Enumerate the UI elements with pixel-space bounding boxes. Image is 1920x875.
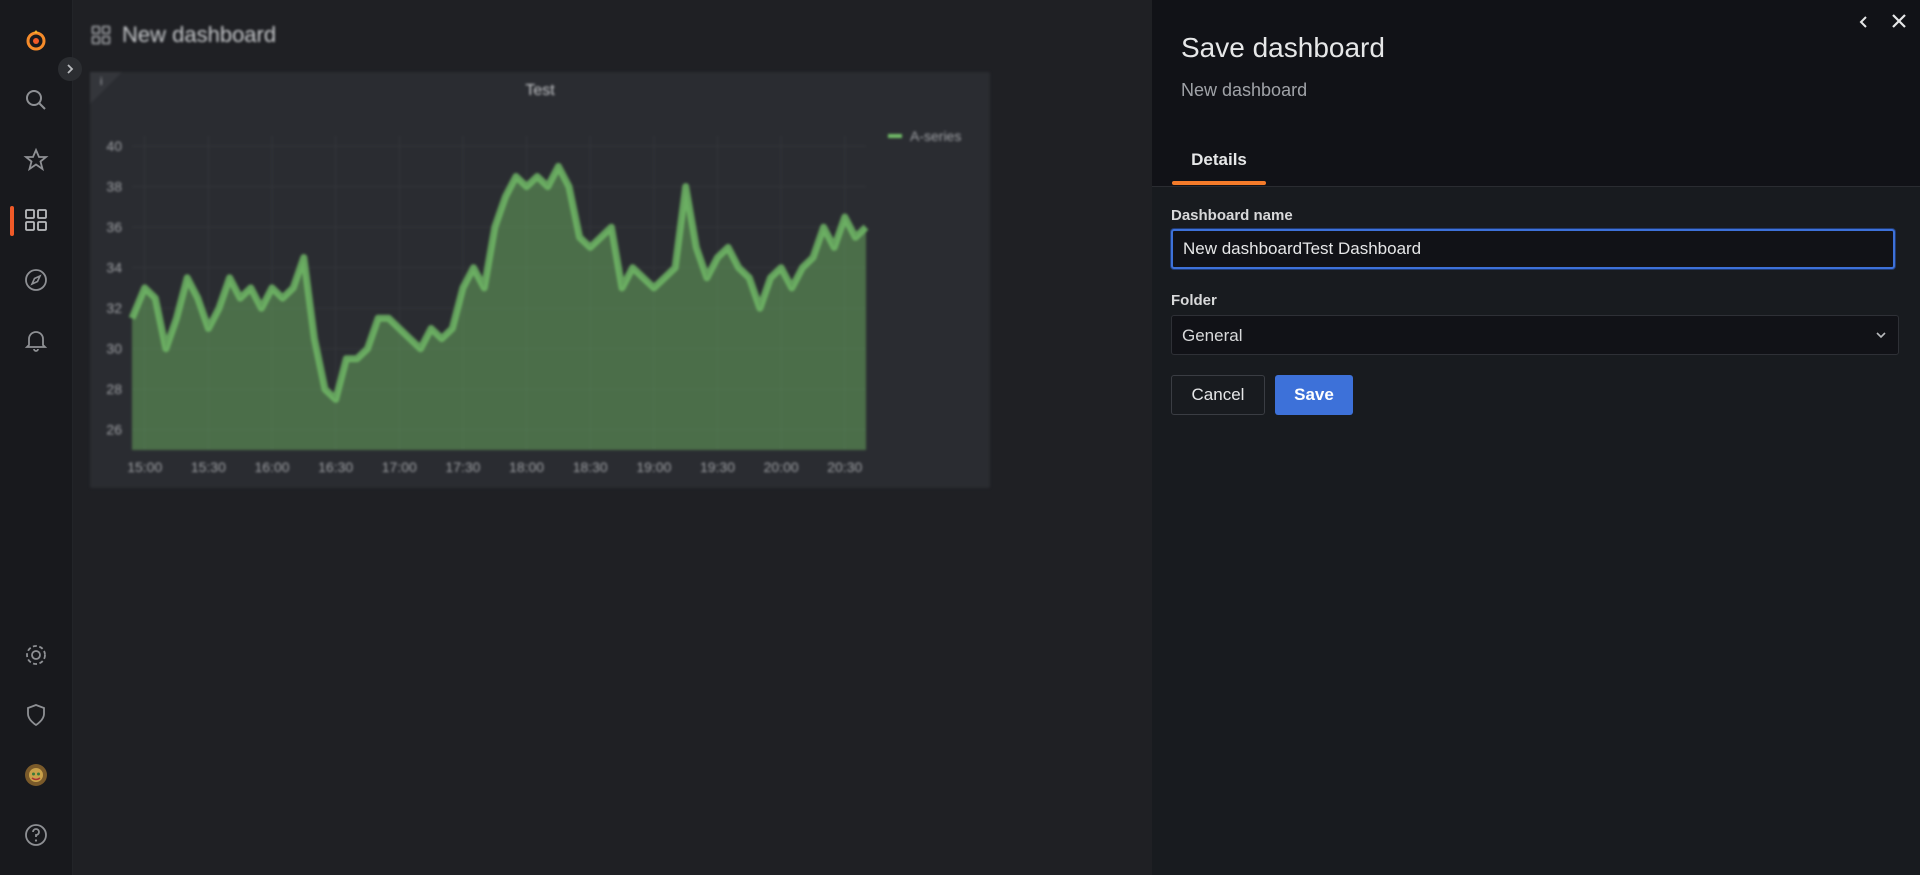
x-tick-label: 16:00	[254, 459, 289, 475]
dashboard-area: New dashboard i Test 26 28 30 32 34 36 38 40 15:…	[72, 0, 1152, 875]
collapse-drawer-button[interactable]	[1852, 10, 1876, 34]
x-tick-label: 16:30	[318, 459, 353, 475]
y-tick-label: 26	[106, 422, 122, 438]
grafana-logo-icon[interactable]	[16, 20, 56, 60]
y-tick-label: 32	[106, 300, 122, 316]
drawer-subtitle: New dashboard	[1181, 80, 1308, 100]
y-tick-label: 40	[106, 138, 122, 154]
close-drawer-button[interactable]	[1886, 8, 1912, 34]
x-tick-label: 17:30	[445, 459, 480, 475]
x-tick-label: 18:30	[573, 459, 608, 475]
drawer-header: Save dashboard New dashboard Details	[1152, 0, 1920, 186]
bell-icon[interactable]	[16, 320, 56, 360]
x-tick-label: 17:00	[382, 459, 417, 475]
dashboard-header: New dashboard	[90, 18, 276, 52]
side-nav	[0, 0, 73, 875]
dashboard-title[interactable]: New dashboard	[122, 22, 276, 48]
cancel-button[interactable]: Cancel	[1171, 375, 1265, 415]
y-tick-label: 38	[106, 179, 122, 195]
dashboards-icon	[91, 25, 111, 45]
chevron-left-icon	[1859, 16, 1867, 28]
folder-label: Folder	[1171, 292, 1217, 309]
explore-compass-icon[interactable]	[16, 260, 56, 300]
x-tick-label: 20:00	[764, 459, 799, 475]
chart-svg: 26 28 30 32 34 36 38 40 15:00 15:30 16:00 16:30 17:0…	[106, 128, 961, 475]
close-icon	[1892, 14, 1906, 28]
save-dashboard-drawer: Save dashboard New dashboard Details Das…	[1152, 0, 1920, 875]
x-tick-label: 19:00	[636, 459, 671, 475]
x-tick-label: 18:00	[509, 459, 544, 475]
y-tick-label: 36	[106, 219, 122, 235]
y-tick-label: 28	[106, 381, 122, 397]
drawer-title: Save dashboard	[1181, 32, 1385, 63]
chevron-down-icon	[1876, 332, 1886, 339]
x-tick-label: 20:30	[827, 459, 862, 475]
shield-icon[interactable]	[16, 695, 56, 735]
x-tick-label: 15:30	[191, 459, 226, 475]
help-icon[interactable]	[16, 815, 56, 855]
dashboard-name-input[interactable]	[1171, 229, 1895, 269]
avatar[interactable]	[16, 755, 56, 795]
legend-label: A-series	[910, 128, 961, 144]
dashboards-icon[interactable]	[16, 200, 56, 240]
active-tab-underline	[1172, 181, 1266, 185]
x-tick-label: 19:30	[700, 459, 735, 475]
folder-selected-value: General	[1182, 326, 1243, 345]
search-icon[interactable]	[16, 80, 56, 120]
divider	[1152, 186, 1920, 187]
dashboard-name-label: Dashboard name	[1171, 207, 1293, 224]
folder-select[interactable]: General	[1171, 315, 1899, 355]
save-button[interactable]: Save	[1275, 375, 1353, 415]
y-tick-label: 34	[106, 260, 122, 276]
y-tick-label: 30	[106, 341, 122, 357]
graph-panel[interactable]: i Test 26 28 30 32 34 36 38 40 15:00 15:30 16:00 16…	[90, 72, 990, 488]
active-indicator	[10, 206, 14, 236]
x-tick-label: 15:00	[127, 459, 162, 475]
gear-icon[interactable]	[16, 635, 56, 675]
star-icon[interactable]	[16, 140, 56, 180]
